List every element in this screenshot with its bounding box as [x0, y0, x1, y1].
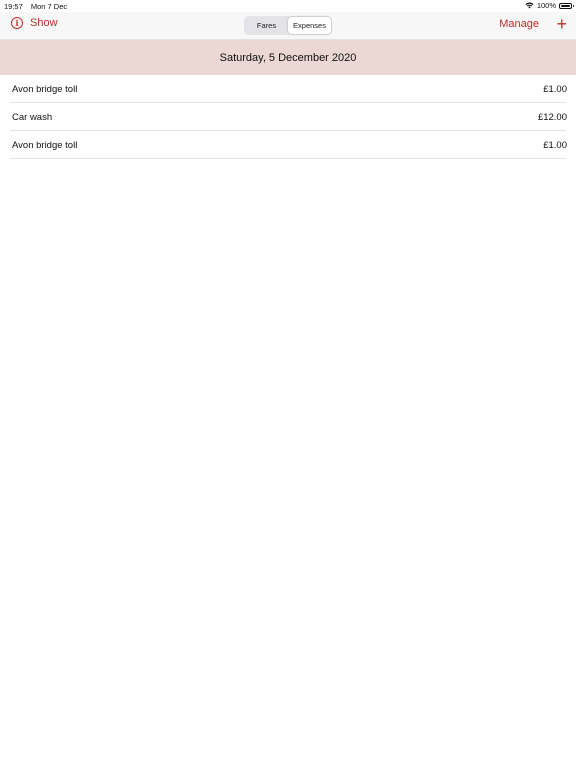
status-bar: 19:57 Mon 7 Dec 100%: [0, 0, 576, 12]
info-icon: i: [11, 17, 23, 29]
expense-amount: £12.00: [537, 111, 567, 123]
status-time: 19:57: [4, 2, 23, 11]
manage-button[interactable]: Manage: [499, 18, 539, 30]
segment-expenses[interactable]: Expenses: [288, 17, 331, 34]
segment-fares[interactable]: Fares: [245, 17, 288, 34]
battery-icon: [559, 2, 574, 9]
status-date: Mon 7 Dec: [30, 2, 68, 11]
show-label: Show: [30, 17, 58, 29]
show-button[interactable]: i Show: [11, 17, 58, 29]
expense-amount: £1.00: [543, 139, 567, 151]
expense-list: Avon bridge toll £1.00 Car wash £12.00 A…: [0, 75, 576, 159]
section-header-date: Saturday, 5 December 2020: [0, 40, 576, 75]
battery-percent: 100%: [536, 1, 556, 10]
expense-name: Car wash: [12, 111, 53, 123]
expense-amount: £1.00: [543, 83, 567, 95]
expense-name: Avon bridge toll: [12, 83, 78, 95]
navigation-bar: i Show Fares Expenses Manage +: [0, 12, 576, 40]
fares-expenses-segmented-control[interactable]: Fares Expenses: [244, 16, 332, 35]
expense-row[interactable]: Car wash £12.00: [0, 103, 576, 131]
expense-row[interactable]: Avon bridge toll £1.00: [0, 131, 576, 159]
status-left: 19:57 Mon 7 Dec: [4, 2, 67, 11]
plus-icon[interactable]: +: [556, 15, 567, 33]
wifi-icon: [525, 2, 534, 9]
section-date: Saturday, 5 December 2020: [219, 51, 357, 64]
status-right: 100%: [525, 1, 574, 10]
expense-name: Avon bridge toll: [12, 139, 78, 151]
expense-row[interactable]: Avon bridge toll £1.00: [0, 75, 576, 103]
